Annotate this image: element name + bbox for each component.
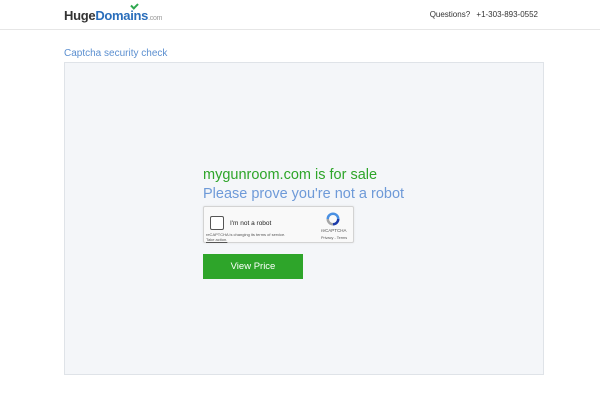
recaptcha-logo-icon: [326, 212, 340, 226]
recaptcha-brand: reCAPTCHA: [321, 228, 347, 233]
captcha-panel: mygunroom.com is for sale Please prove y…: [64, 62, 544, 375]
logo-huge-text: Huge: [64, 8, 96, 23]
phone-link[interactable]: +1-303-893-0552: [476, 10, 538, 19]
page-title: Captcha security check: [64, 48, 168, 59]
contact-info: Questions? +1-303-893-0552: [430, 10, 538, 19]
site-header: HugeDomains .com Questions? +1-303-893-05…: [0, 0, 600, 30]
view-price-button[interactable]: View Price: [203, 254, 303, 279]
recaptcha-notice: reCAPTCHA is changing its terms of servi…: [206, 232, 285, 242]
sale-heading: mygunroom.com is for sale: [203, 167, 378, 183]
prove-heading: Please prove you're not a robot: [203, 186, 405, 202]
logo-com-text: .com: [148, 15, 163, 22]
questions-label: Questions?: [429, 10, 471, 19]
recaptcha-checkbox[interactable]: [210, 216, 224, 230]
recaptcha-widget: I'm not a robot reCAPTCHA is changing it…: [203, 206, 354, 243]
recaptcha-take-action-link[interactable]: Take action.: [206, 237, 285, 242]
recaptcha-label: I'm not a robot: [230, 220, 272, 227]
hugedomains-logo[interactable]: HugeDomains .com: [64, 1, 163, 23]
recaptcha-terms-link[interactable]: Privacy - Terms: [321, 236, 347, 240]
logo-domains-text: Domains: [95, 1, 148, 23]
